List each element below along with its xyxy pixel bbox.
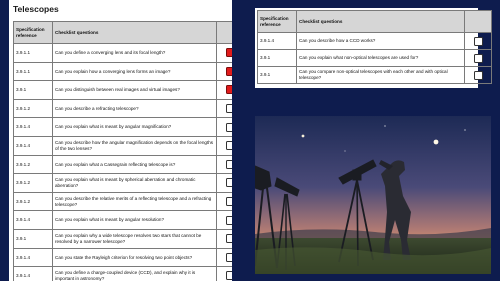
- spec-reference-cell: 3.9.1.2: [13, 154, 53, 175]
- spec-reference-cell: 3.9.1: [13, 80, 53, 100]
- header-checkbox-column: [464, 10, 492, 33]
- table-row: 3.9.1.4 Can you describe how the angular …: [13, 135, 232, 156]
- checkbox-cell: [216, 154, 232, 175]
- checklist-question-cell: Can you explain what a Cassegrain reflec…: [52, 154, 217, 175]
- table-row: 3.9.1.2 Can you explain what is meant by …: [13, 173, 232, 193]
- empty-checkbox[interactable]: [473, 53, 483, 63]
- table-row: 3.9.1.4 Can you explain what is meant by …: [13, 117, 232, 137]
- spec-reference-cell: 3.9.1.4: [257, 32, 297, 50]
- header-checklist-questions: Checklist questions: [296, 10, 465, 33]
- checklist-sheet-left: Telescopes Specification reference Check…: [9, 0, 232, 281]
- checklist-question-cell: Can you define a converging lens and its…: [52, 43, 217, 63]
- empty-checkbox[interactable]: [225, 178, 232, 188]
- table-row: 3.9.1.4 Can you explain what is meant by …: [13, 210, 232, 230]
- checkbox-cell: [464, 66, 492, 84]
- spec-reference-cell: 3.9.1.1: [13, 61, 53, 82]
- table-row: 3.9.1.4 Can you state the Rayleigh criter…: [13, 247, 232, 268]
- table-row: 3.9.1.4 Can you define a charge-coupled d…: [13, 266, 232, 281]
- checkbox-cell: [216, 191, 232, 212]
- checklist-question-cell: Can you compare non-optical telescopes w…: [296, 66, 465, 84]
- checked-checkbox[interactable]: [225, 85, 232, 95]
- table-header-row: Specification reference Checklist questi…: [13, 21, 232, 44]
- checkbox-cell: [216, 247, 232, 268]
- checkbox-cell: [216, 61, 232, 82]
- spec-reference-cell: 3.9.1: [13, 228, 53, 249]
- empty-checkbox[interactable]: [225, 104, 232, 114]
- checkbox-cell: [216, 135, 232, 156]
- spec-reference-cell: 3.9.1.2: [13, 173, 53, 193]
- checkbox-cell: [464, 32, 492, 50]
- checklist-question-cell: Can you describe how a CCD works?: [296, 32, 465, 50]
- spec-reference-cell: 3.9.1.2: [13, 98, 53, 119]
- stargazer-photo: [255, 116, 491, 274]
- empty-checkbox[interactable]: [225, 159, 232, 169]
- checkbox-cell: [216, 98, 232, 119]
- empty-checkbox[interactable]: [473, 36, 483, 46]
- spec-reference-cell: 3.9.1: [257, 49, 297, 67]
- empty-checkbox[interactable]: [225, 197, 232, 207]
- telescope-silhouette-image: [255, 116, 491, 274]
- header-spec-reference: Specification reference: [257, 10, 297, 33]
- table-header-row: Specification reference Checklist questi…: [257, 10, 492, 33]
- empty-checkbox[interactable]: [225, 122, 232, 132]
- header-spec-reference: Specification reference: [13, 21, 53, 44]
- checked-checkbox[interactable]: [225, 66, 232, 76]
- checklist-table: Specification reference Checklist questi…: [13, 21, 232, 281]
- table-row: 3.9.1.1 Can you define a converging lens …: [13, 43, 232, 63]
- checklist-question-cell: Can you explain what is meant by angular…: [52, 210, 217, 230]
- table-row: 3.9.1.2 Can you describe the relative mer…: [13, 191, 232, 212]
- spec-reference-cell: 3.9.1.4: [13, 247, 53, 268]
- table-row: 3.9.1 Can you distinguish between real im…: [13, 80, 232, 100]
- spec-reference-cell: 3.9.1.4: [13, 135, 53, 156]
- checklist-question-cell: Can you describe a refracting telescope?: [52, 98, 217, 119]
- checklist-table-continued: Specification reference Checklist questi…: [257, 10, 492, 84]
- checked-checkbox[interactable]: [225, 48, 232, 58]
- checklist-sheet-right: Specification reference Checklist questi…: [255, 8, 492, 88]
- table-row: 3.9.1.1 Can you explain how a converging …: [13, 61, 232, 82]
- checkbox-cell: [216, 117, 232, 137]
- empty-checkbox[interactable]: [225, 271, 232, 281]
- checkbox-cell: [216, 173, 232, 193]
- checkbox-cell: [216, 228, 232, 249]
- table-row: 3.9.1.2 Can you explain what a Cassegrain…: [13, 154, 232, 175]
- empty-checkbox[interactable]: [473, 70, 483, 80]
- checklist-question-cell: Can you explain what is meant by spheric…: [52, 173, 217, 193]
- checkbox-cell: [464, 49, 492, 67]
- checklist-question-cell: Can you describe the relative merits of …: [52, 191, 217, 212]
- spec-reference-cell: 3.9.1.4: [13, 266, 53, 281]
- page-title: Telescopes: [13, 4, 59, 14]
- empty-checkbox[interactable]: [225, 234, 232, 244]
- spec-reference-cell: 3.9.1.4: [13, 117, 53, 137]
- table-row: 3.9.1 Can you explain why a wide telescop…: [13, 228, 232, 249]
- header-checklist-questions: Checklist questions: [52, 21, 217, 44]
- checklist-question-cell: Can you explain why a wide telescope res…: [52, 228, 217, 249]
- checklist-question-cell: Can you explain how a converging lens fo…: [52, 61, 217, 82]
- spec-reference-cell: 3.9.1.1: [13, 43, 53, 63]
- empty-checkbox[interactable]: [225, 141, 232, 151]
- checklist-question-cell: Can you describe how the angular magnifi…: [52, 135, 217, 156]
- table-row: 3.9.1 Can you compare non-optical telesco…: [257, 66, 492, 84]
- table-row: 3.9.1.2 Can you describe a refracting tel…: [13, 98, 232, 119]
- spec-reference-cell: 3.9.1: [257, 66, 297, 84]
- checkbox-cell: [216, 80, 232, 100]
- spec-reference-cell: 3.9.1.4: [13, 210, 53, 230]
- header-checkbox-column: [216, 21, 232, 44]
- checkbox-cell: [216, 210, 232, 230]
- checklist-question-cell: Can you explain what is meant by angular…: [52, 117, 217, 137]
- checkbox-cell: [216, 266, 232, 281]
- checklist-question-cell: Can you explain what non-optical telesco…: [296, 49, 465, 67]
- spec-reference-cell: 3.9.1.2: [13, 191, 53, 212]
- table-row: 3.9.1 Can you explain what non-optical te…: [257, 49, 492, 67]
- empty-checkbox[interactable]: [225, 252, 232, 262]
- checklist-question-cell: Can you state the Rayleigh criterion for…: [52, 247, 217, 268]
- empty-checkbox[interactable]: [225, 215, 232, 225]
- checkbox-cell: [216, 43, 232, 63]
- checklist-question-cell: Can you define a charge-coupled device (…: [52, 266, 217, 281]
- checklist-question-cell: Can you distinguish between real images …: [52, 80, 217, 100]
- table-row: 3.9.1.4 Can you describe how a CCD works?: [257, 32, 492, 50]
